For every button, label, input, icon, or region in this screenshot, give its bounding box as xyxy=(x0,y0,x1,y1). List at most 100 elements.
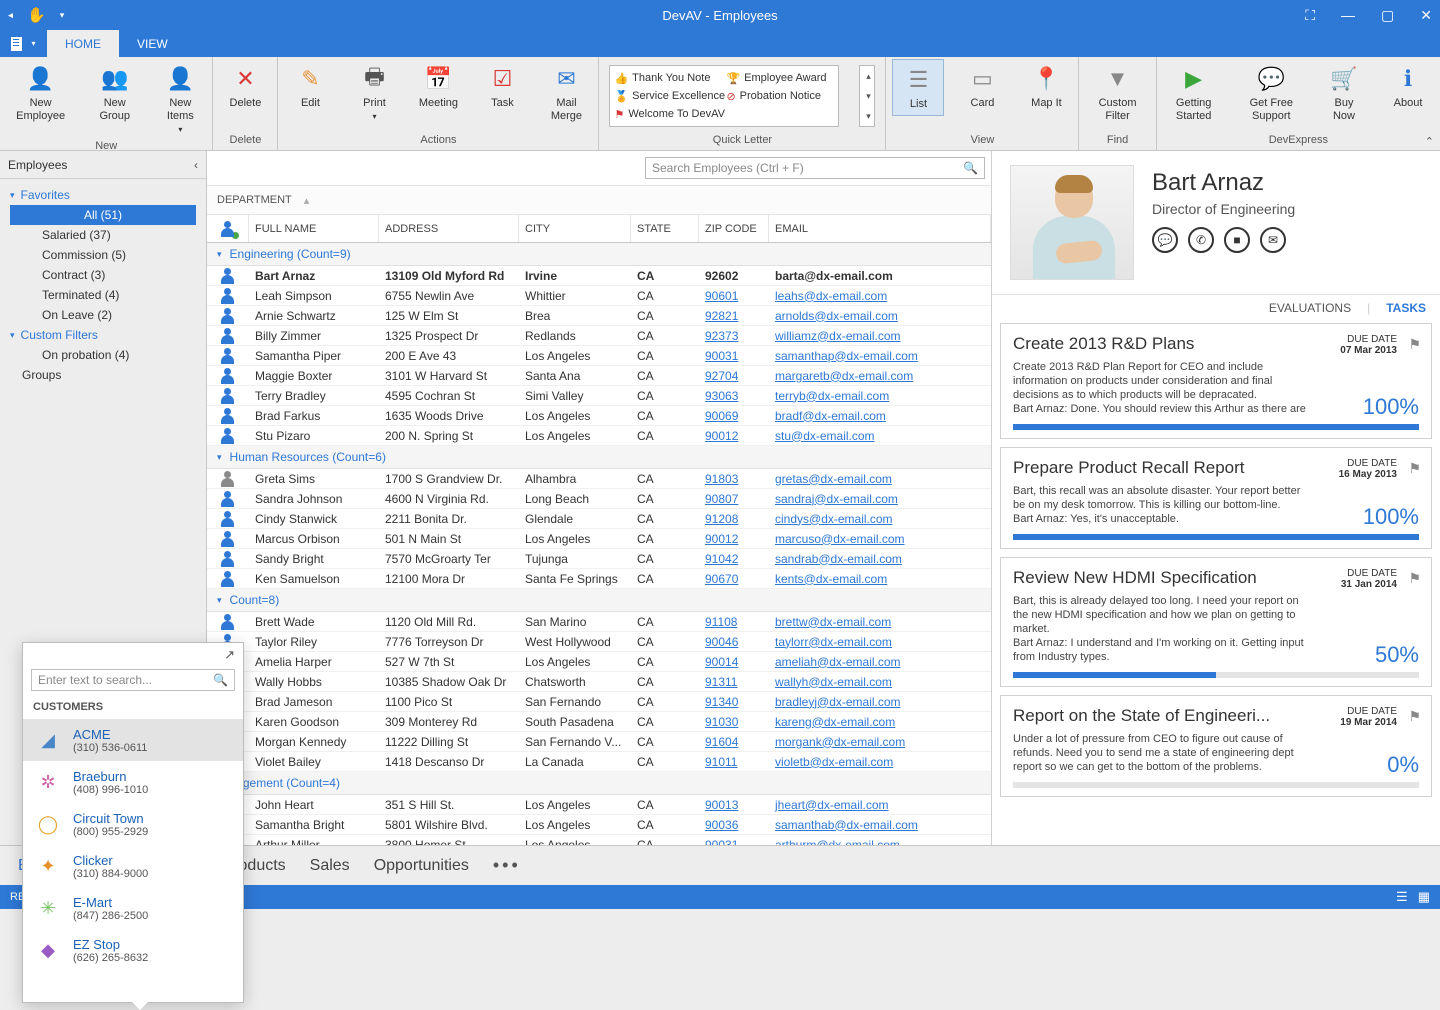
task-card[interactable]: Prepare Product Recall ReportBart, this … xyxy=(1000,447,1432,549)
sidebar-item-all[interactable]: All (51) xyxy=(10,205,196,225)
sidebar-item-contract[interactable]: Contract (3) xyxy=(0,265,206,285)
new-group-button[interactable]: 👥New Group xyxy=(87,59,142,127)
customer-item[interactable]: ◯Circuit Town(800) 955-2929 xyxy=(23,803,243,845)
table-row[interactable]: Brad Jameson1100 Pico StSan FernandoCA91… xyxy=(207,692,991,712)
cell-zip[interactable]: 91042 xyxy=(699,552,769,566)
cell-email[interactable]: bradf@dx-email.com xyxy=(769,409,991,423)
table-row[interactable]: Wally Hobbs10385 Shadow Oak DrChatsworth… xyxy=(207,672,991,692)
table-row[interactable]: John Heart351 S Hill St.Los AngelesCA900… xyxy=(207,795,991,815)
task-button[interactable]: ☑Task xyxy=(476,59,528,114)
cell-email[interactable]: sandrab@dx-email.com xyxy=(769,552,991,566)
cell-zip[interactable]: 90807 xyxy=(699,492,769,506)
cell-zip[interactable]: 92602 xyxy=(699,269,769,283)
sidebar-favorites-toggle[interactable]: ▾Favorites xyxy=(0,185,206,205)
search-input[interactable]: Search Employees (Ctrl + F)🔍 xyxy=(645,157,985,179)
popup-search-input[interactable]: Enter text to search...🔍 xyxy=(31,669,235,691)
video-icon[interactable]: ■ xyxy=(1224,227,1250,253)
cell-zip[interactable]: 91030 xyxy=(699,715,769,729)
hand-icon[interactable]: ✋ xyxy=(27,6,46,24)
cell-zip[interactable]: 91803 xyxy=(699,472,769,486)
print-button[interactable]: 🖶Print▾ xyxy=(348,59,400,127)
cell-email[interactable]: stu@dx-email.com xyxy=(769,429,991,443)
bottom-tab-sales[interactable]: Sales xyxy=(310,857,350,875)
message-icon[interactable]: 💬 xyxy=(1152,227,1178,253)
table-row[interactable]: Karen Goodson309 Monterey RdSouth Pasade… xyxy=(207,712,991,732)
cell-email[interactable]: barta@dx-email.com xyxy=(769,269,991,283)
task-card[interactable]: Report on the State of Engineeri...Under… xyxy=(1000,695,1432,797)
view-card-button[interactable]: ▭Card xyxy=(956,59,1008,114)
quick-letter-expand[interactable]: ▴ ▾ ▾ xyxy=(859,65,875,127)
cell-zip[interactable]: 90012 xyxy=(699,429,769,443)
table-row[interactable]: Leah Simpson6755 Newlin AveWhittierCA906… xyxy=(207,286,991,306)
task-card[interactable]: Review New HDMI SpecificationBart, this … xyxy=(1000,557,1432,687)
fullscreen-icon[interactable]: ⛶ xyxy=(1305,7,1315,24)
group-header[interactable]: ▾Human Resources (Count=6) xyxy=(207,446,991,469)
cell-email[interactable]: kents@dx-email.com xyxy=(769,572,991,586)
cell-email[interactable]: sandraj@dx-email.com xyxy=(769,492,991,506)
col-address[interactable]: ADDRESS xyxy=(379,215,519,242)
cell-email[interactable]: violetb@dx-email.com xyxy=(769,755,991,769)
tab-view[interactable]: VIEW xyxy=(119,30,186,57)
cell-email[interactable]: arthurm@dx-email.com xyxy=(769,838,991,846)
flag-icon[interactable]: ⚑ xyxy=(1408,708,1421,725)
sidebar-header[interactable]: Employees‹ xyxy=(0,151,206,179)
cell-email[interactable]: wallyh@dx-email.com xyxy=(769,675,991,689)
getting-started-button[interactable]: ▶Getting Started xyxy=(1163,59,1225,127)
group-panel[interactable]: DEPARTMENT▴ xyxy=(207,185,991,215)
cell-email[interactable]: cindys@dx-email.com xyxy=(769,512,991,526)
col-zip[interactable]: ZIP CODE xyxy=(699,215,769,242)
table-row[interactable]: Brett Wade1120 Old Mill Rd.San MarinoCA9… xyxy=(207,612,991,632)
flag-icon[interactable]: ⚑ xyxy=(1408,460,1421,477)
cell-zip[interactable]: 90069 xyxy=(699,409,769,423)
new-items-button[interactable]: 👤New Items▾ xyxy=(154,59,206,140)
cell-email[interactable]: williamz@dx-email.com xyxy=(769,329,991,343)
pin-icon[interactable]: ↗ xyxy=(23,643,243,667)
status-list-icon[interactable]: ☰ xyxy=(1396,889,1408,905)
table-row[interactable]: Samantha Bright5801 Wilshire Blvd.Los An… xyxy=(207,815,991,835)
bottom-more-icon[interactable]: ••• xyxy=(493,855,521,876)
ribbon-collapse-icon[interactable]: ⌃ xyxy=(1425,135,1434,148)
meeting-button[interactable]: 📅Meeting xyxy=(412,59,464,114)
cell-zip[interactable]: 90013 xyxy=(699,798,769,812)
maximize-button[interactable]: ▢ xyxy=(1381,7,1394,24)
custom-filter-button[interactable]: ▼Custom Filter xyxy=(1085,59,1149,127)
cell-zip[interactable]: 91340 xyxy=(699,695,769,709)
sidebar-customfilters-toggle[interactable]: ▾Custom Filters xyxy=(0,325,206,345)
task-card[interactable]: Create 2013 R&D PlansCreate 2013 R&D Pla… xyxy=(1000,323,1432,439)
sidebar-item-probation[interactable]: On probation (4) xyxy=(0,345,206,365)
mail-merge-button[interactable]: ✉Mail Merge xyxy=(540,59,592,127)
sidebar-item-commission[interactable]: Commission (5) xyxy=(0,245,206,265)
table-row[interactable]: Amelia Harper527 W 7th StLos AngelesCA90… xyxy=(207,652,991,672)
cell-zip[interactable]: 91011 xyxy=(699,755,769,769)
customer-item[interactable]: ✳E-Mart(847) 286-2500 xyxy=(23,887,243,929)
edit-button[interactable]: ✎Edit xyxy=(284,59,336,114)
table-row[interactable]: Violet Bailey1418 Descanso DrLa CanadaCA… xyxy=(207,752,991,772)
cell-zip[interactable]: 90031 xyxy=(699,349,769,363)
cell-zip[interactable]: 90046 xyxy=(699,635,769,649)
col-state[interactable]: STATE xyxy=(631,215,699,242)
group-header[interactable]: ▾nagement (Count=4) xyxy=(207,772,991,795)
table-row[interactable]: Cindy Stanwick2211 Bonita Dr.GlendaleCA9… xyxy=(207,509,991,529)
mail-icon[interactable]: ✉ xyxy=(1260,227,1286,253)
sidebar-item-terminated[interactable]: Terminated (4) xyxy=(0,285,206,305)
customer-item[interactable]: ✦Clicker(310) 884-9000 xyxy=(23,845,243,887)
table-row[interactable]: Arnie Schwartz125 W Elm StBreaCA92821arn… xyxy=(207,306,991,326)
customer-item[interactable]: ✲Braeburn(408) 996-1010 xyxy=(23,761,243,803)
cell-zip[interactable]: 90670 xyxy=(699,572,769,586)
cell-zip[interactable]: 90036 xyxy=(699,818,769,832)
table-row[interactable]: Sandra Johnson4600 N Virginia Rd.Long Be… xyxy=(207,489,991,509)
table-row[interactable]: Billy Zimmer1325 Prospect DrRedlandsCA92… xyxy=(207,326,991,346)
phone-icon[interactable]: ✆ xyxy=(1188,227,1214,253)
cell-email[interactable]: ameliah@dx-email.com xyxy=(769,655,991,669)
tab-home[interactable]: HOME xyxy=(47,30,119,57)
table-row[interactable]: Morgan Kennedy11222 Dilling StSan Fernan… xyxy=(207,732,991,752)
qat-arrow-icon[interactable]: ▸ xyxy=(8,10,13,21)
tab-evaluations[interactable]: EVALUATIONS xyxy=(1269,301,1351,315)
cell-email[interactable]: leahs@dx-email.com xyxy=(769,289,991,303)
cell-zip[interactable]: 91311 xyxy=(699,675,769,689)
cell-email[interactable]: gretas@dx-email.com xyxy=(769,472,991,486)
column-headers[interactable]: FULL NAME ADDRESS CITY STATE ZIP CODE EM… xyxy=(207,215,991,243)
cell-email[interactable]: terryb@dx-email.com xyxy=(769,389,991,403)
cell-zip[interactable]: 91108 xyxy=(699,615,769,629)
col-email[interactable]: EMAIL xyxy=(769,215,991,242)
